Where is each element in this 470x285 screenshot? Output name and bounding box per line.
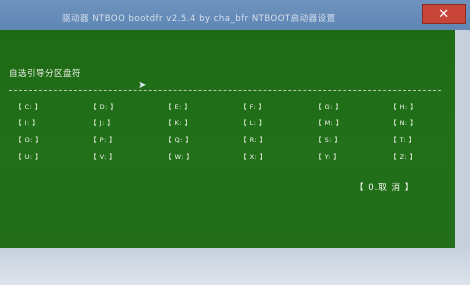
drive-option-c[interactable]: 【 C: 】	[15, 100, 75, 114]
window-title: 驱动器 NTBOO bootdfr v2.5.4 by cha_bfr NTBO…	[62, 14, 336, 24]
window-frame-bottom	[0, 248, 470, 285]
drive-option-t[interactable]: 【 T: 】	[390, 133, 450, 147]
window-frame-right	[455, 30, 470, 248]
title-bar: 驱动器 NTBOO bootdfr v2.5.4 by cha_bfr NTBO…	[0, 0, 470, 30]
cancel-button[interactable]: 【 0.取 消 】	[355, 181, 414, 193]
drive-option-q[interactable]: 【 Q: 】	[165, 133, 225, 147]
partition-prompt: 自选引导分区盘符	[9, 69, 82, 79]
drive-option-j[interactable]: 【 J: 】	[90, 116, 150, 130]
drive-option-h[interactable]: 【 H: 】	[390, 100, 450, 114]
drive-option-w[interactable]: 【 W: 】	[165, 150, 225, 164]
drive-option-f[interactable]: 【 F: 】	[240, 100, 300, 114]
drive-option-e[interactable]: 【 E: 】	[165, 100, 225, 114]
drive-option-l[interactable]: 【 L: 】	[240, 116, 300, 130]
drive-option-m[interactable]: 【 M: 】	[315, 116, 375, 130]
drive-option-n[interactable]: 【 N: 】	[390, 116, 450, 130]
drive-option-i[interactable]: 【 I: 】	[15, 116, 75, 130]
close-icon: ✕	[438, 7, 450, 22]
drive-option-r[interactable]: 【 R: 】	[240, 133, 300, 147]
drive-option-d[interactable]: 【 D: 】	[90, 100, 150, 114]
drive-option-v[interactable]: 【 V: 】	[90, 150, 150, 164]
drive-letter-grid: 【 C: 】 【 D: 】 【 E: 】 【 F: 】 【 G: 】 【 H: …	[15, 100, 445, 168]
drive-option-x[interactable]: 【 X: 】	[240, 150, 300, 164]
drive-option-k[interactable]: 【 K: 】	[165, 116, 225, 130]
drive-option-o[interactable]: 【 O: 】	[15, 133, 75, 147]
drive-option-u[interactable]: 【 U: 】	[15, 150, 75, 164]
drive-option-y[interactable]: 【 Y: 】	[315, 150, 375, 164]
close-button[interactable]: ✕	[422, 4, 466, 24]
drive-option-z[interactable]: 【 Z: 】	[390, 150, 450, 164]
drive-option-p[interactable]: 【 P: 】	[90, 133, 150, 147]
boot-menu-panel: 自选引导分区盘符 ➤ 【 C: 】 【 D: 】 【 E: 】 【 F: 】 【…	[0, 30, 455, 248]
screen: 驱动器 NTBOO bootdfr v2.5.4 by cha_bfr NTBO…	[0, 0, 470, 285]
drive-option-g[interactable]: 【 G: 】	[315, 100, 375, 114]
divider	[9, 90, 441, 91]
drive-option-s[interactable]: 【 S: 】	[315, 133, 375, 147]
